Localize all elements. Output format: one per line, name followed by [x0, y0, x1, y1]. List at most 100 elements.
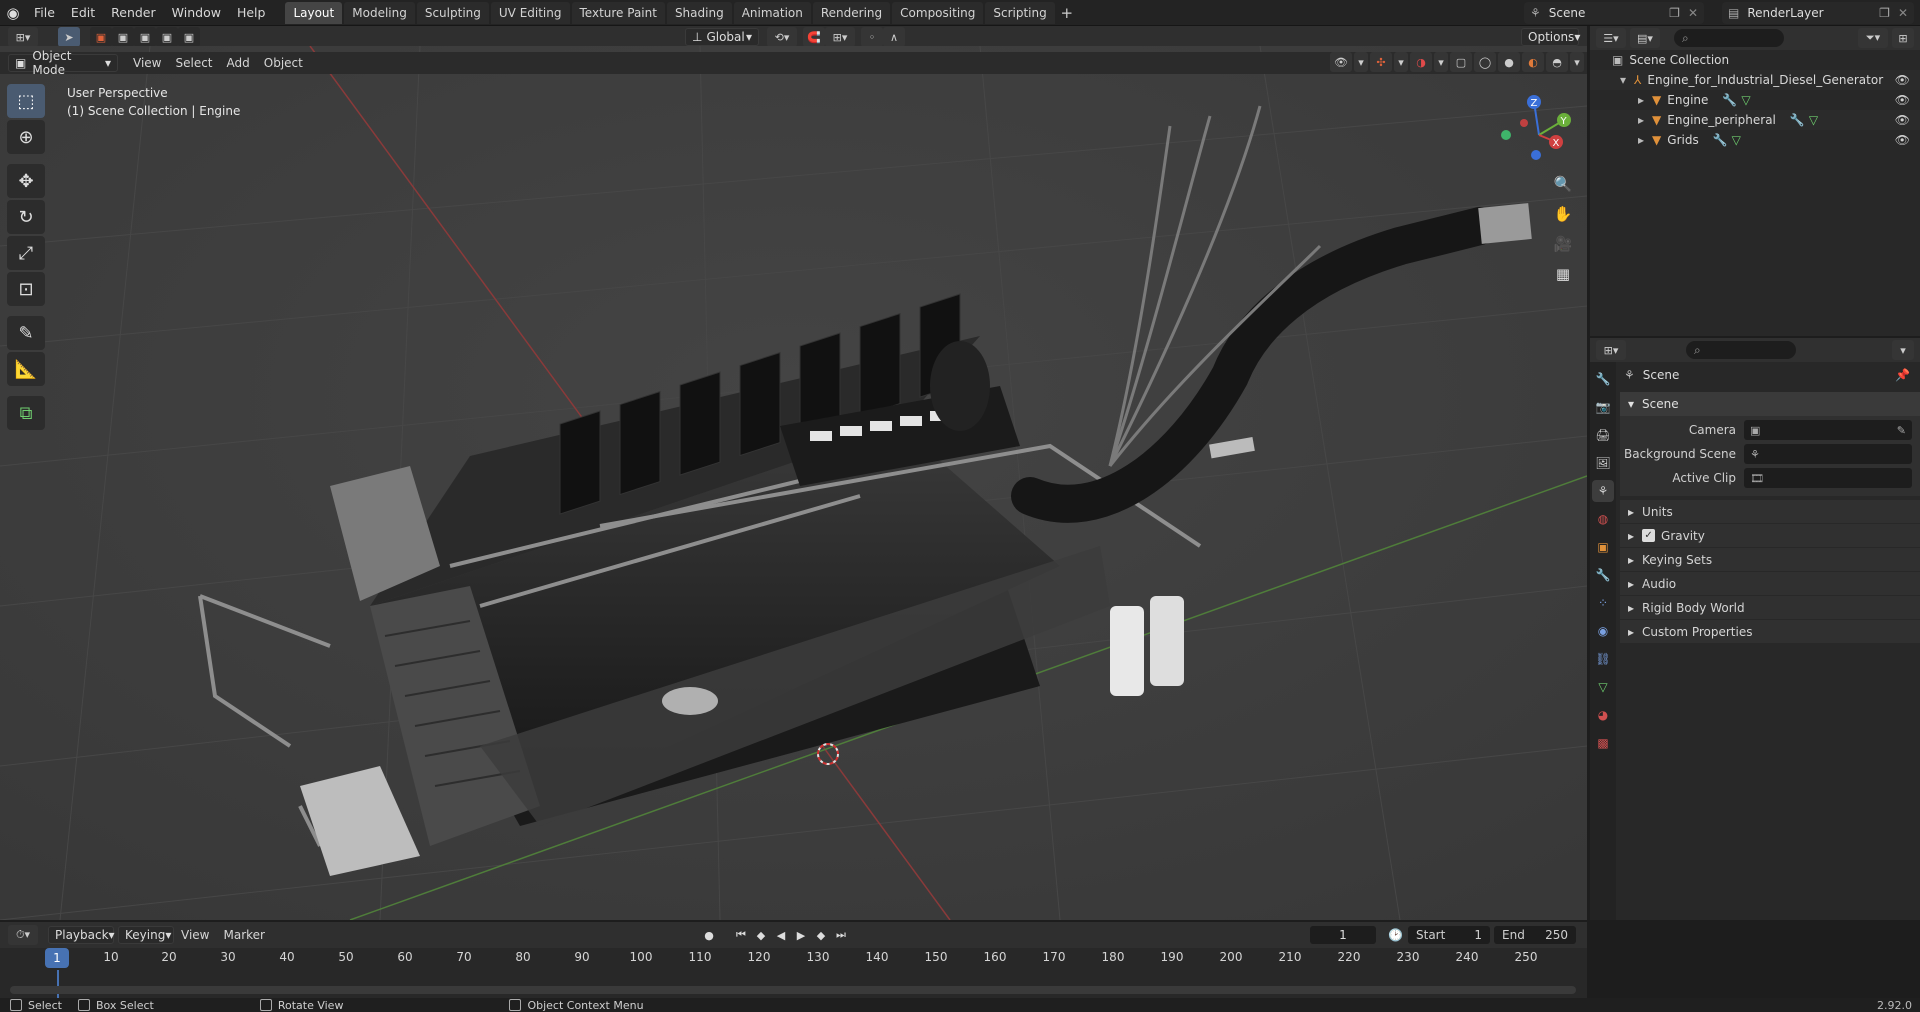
chevron-down-icon[interactable]: ▾ — [1394, 52, 1408, 72]
chevron-right-icon[interactable]: ▸ — [1638, 93, 1644, 107]
panel-audio[interactable]: ▸ Audio — [1620, 572, 1920, 596]
chevron-down-icon[interactable]: ▾ — [1620, 73, 1626, 87]
rendered-shading-icon[interactable]: ◓ — [1546, 52, 1568, 72]
chevron-right-icon[interactable]: ▸ — [1638, 113, 1644, 127]
visibility-eye-icon[interactable]: 👁 — [1895, 73, 1910, 87]
end-frame-field[interactable]: End 250 — [1494, 926, 1576, 944]
visibility-icon[interactable]: 👁 — [1330, 52, 1352, 72]
panel-gravity[interactable]: ▸ ✓ Gravity — [1620, 524, 1920, 548]
hose-coupling[interactable] — [1478, 203, 1532, 244]
camera-view-icon[interactable]: 🎥 — [1549, 231, 1577, 257]
chevron-down-icon[interactable]: ▾ — [1570, 52, 1584, 72]
chevron-down-icon[interactable]: ▾ — [1354, 52, 1368, 72]
snap-icon[interactable]: 🧲 — [803, 27, 825, 47]
scale-tool-icon[interactable]: ⤢ — [7, 236, 45, 270]
display-mode-icon[interactable]: ▤▾ — [1630, 28, 1660, 48]
panel-scene-header[interactable]: ▾ Scene — [1620, 392, 1920, 416]
select-mode-subtract-icon[interactable]: ▣ — [134, 27, 156, 47]
render-tab-icon[interactable]: 📷 — [1592, 396, 1614, 418]
object-menu[interactable]: Object — [257, 56, 310, 70]
properties-search-input[interactable]: ⌕ — [1686, 341, 1796, 359]
current-frame-field[interactable]: 1 — [1310, 926, 1376, 944]
timeline-ruler[interactable]: 10 20 30 40 50 60 70 80 90 100 110 120 1… — [8, 950, 1578, 970]
chevron-down-icon[interactable]: ▾ — [1434, 52, 1448, 72]
measure-tool-icon[interactable]: 📐 — [7, 352, 45, 386]
add-workspace-button[interactable]: + — [1057, 2, 1077, 24]
world-tab-icon[interactable]: ◍ — [1592, 508, 1614, 530]
cursor-tool-icon[interactable]: ⊕ — [7, 120, 45, 154]
timeline-view-menu[interactable]: View — [174, 928, 216, 942]
menu-window[interactable]: Window — [164, 0, 229, 26]
panel-units[interactable]: ▸ Units — [1620, 500, 1920, 524]
record-icon[interactable]: ● — [700, 926, 718, 944]
tab-shading[interactable]: Shading — [666, 1, 732, 24]
timeline-marker-menu[interactable]: Marker — [216, 928, 271, 942]
playback-dropdown[interactable]: Playback ▾ — [48, 926, 115, 944]
outliner-search-input[interactable]: ⌕ — [1674, 29, 1784, 47]
tab-rendering[interactable]: Rendering — [812, 1, 891, 24]
chevron-down-icon[interactable]: ▾ — [1892, 340, 1914, 360]
outliner-row-engine-for-industrial-diesel-generator[interactable]: ▾ ⅄ Engine_for_Industrial_Diesel_Generat… — [1590, 70, 1920, 90]
select-tool-icon[interactable]: ➤ — [58, 27, 80, 47]
oil-cap[interactable] — [662, 687, 718, 715]
copy-scene-icon[interactable]: ❐ — [1669, 6, 1680, 20]
editor-type-icon[interactable]: ☰▾ — [1596, 28, 1626, 48]
tool-tab-icon[interactable]: 🔧 — [1592, 368, 1614, 390]
select-menu[interactable]: Select — [168, 56, 219, 70]
clock-icon[interactable]: 🕑 — [1388, 928, 1403, 942]
keying-dropdown[interactable]: Keying ▾ — [118, 926, 174, 944]
particles-tab-icon[interactable]: ⁘ — [1592, 592, 1614, 614]
tab-modeling[interactable]: Modeling — [344, 1, 415, 24]
output-tab-icon[interactable]: 🖨 — [1592, 424, 1614, 446]
active-clip-field[interactable]: 🎞 — [1744, 468, 1912, 488]
rotate-tool-icon[interactable]: ↻ — [7, 200, 45, 234]
visibility-eye-icon[interactable]: 👁 — [1895, 93, 1910, 107]
prev-keyframe-icon[interactable]: ◆ — [752, 926, 770, 944]
move-tool-icon[interactable]: ✥ — [7, 164, 45, 198]
select-mode-new-icon[interactable]: ▣ — [90, 27, 112, 47]
pan-hand-icon[interactable]: ✋ — [1549, 201, 1577, 227]
pin-icon[interactable]: 📌 — [1895, 368, 1910, 382]
annotate-tool-icon[interactable]: ✎ — [7, 316, 45, 350]
editor-type-icon[interactable]: ⊞▾ — [1596, 340, 1626, 360]
menu-file[interactable]: File — [26, 0, 63, 26]
navigation-gizmo[interactable]: Z Y X — [1494, 90, 1584, 180]
outliner-row-engine-peripheral[interactable]: ▸ ▼ Engine_peripheral 🔧 ▽ 👁 — [1590, 110, 1920, 130]
play-reverse-icon[interactable]: ◀ — [772, 926, 790, 944]
physics-tab-icon[interactable]: ◉ — [1592, 620, 1614, 642]
editor-type-icon[interactable]: ⏱▾ — [8, 925, 38, 945]
visibility-eye-icon[interactable]: 👁 — [1895, 133, 1910, 147]
fuel-filter-2[interactable] — [1150, 596, 1184, 686]
tab-scripting[interactable]: Scripting — [985, 1, 1055, 24]
eyedropper-icon[interactable]: ✎ — [1897, 424, 1906, 437]
xray-icon[interactable]: ▢ — [1450, 52, 1472, 72]
new-collection-icon[interactable]: ⊞ — [1892, 28, 1914, 48]
play-icon[interactable]: ▶ — [792, 926, 810, 944]
view-layer-tab-icon[interactable]: 🖼 — [1592, 452, 1614, 474]
view-menu[interactable]: View — [126, 56, 168, 70]
timeline-scrollbar[interactable] — [10, 986, 1576, 994]
perspective-grid-icon[interactable]: ▦ — [1549, 261, 1577, 287]
fuel-filter-1[interactable] — [1110, 606, 1144, 696]
outliner-row-grids[interactable]: ▸ ▼ Grids 🔧 ▽ 👁 — [1590, 130, 1920, 150]
background-scene-field[interactable]: ⚘ — [1744, 444, 1912, 464]
outliner-row-engine[interactable]: ▸ ▼ Engine 🔧 ▽ 👁 — [1590, 90, 1920, 110]
wireframe-shading-icon[interactable]: ◯ — [1474, 52, 1496, 72]
next-keyframe-icon[interactable]: ◆ — [812, 926, 830, 944]
visibility-eye-icon[interactable]: 👁 — [1895, 113, 1910, 127]
tab-layout[interactable]: Layout — [285, 1, 343, 24]
menu-help[interactable]: Help — [229, 0, 274, 26]
gizmo-icon[interactable]: ✣ — [1370, 52, 1392, 72]
outliner-row-scene-collection[interactable]: ▣ Scene Collection — [1590, 50, 1920, 70]
add-cube-tool-icon[interactable]: ⧉ — [7, 396, 45, 430]
copy-layer-icon[interactable]: ❐ — [1879, 6, 1890, 20]
proportional-edit-icon[interactable]: ◦ — [861, 27, 883, 47]
solid-shading-icon[interactable]: ● — [1498, 52, 1520, 72]
jump-start-icon[interactable]: ⏮ — [732, 926, 750, 944]
renderlayer-selector[interactable]: ▤ RenderLayer ❐ ✕ — [1722, 2, 1914, 24]
select-mode-invert-icon[interactable]: ▣ — [156, 27, 178, 47]
gravity-checkbox[interactable]: ✓ — [1642, 529, 1656, 542]
tab-compositing[interactable]: Compositing — [892, 1, 984, 24]
filter-icon[interactable]: ⏷▾ — [1858, 28, 1888, 48]
object-tab-icon[interactable]: ▣ — [1592, 536, 1614, 558]
